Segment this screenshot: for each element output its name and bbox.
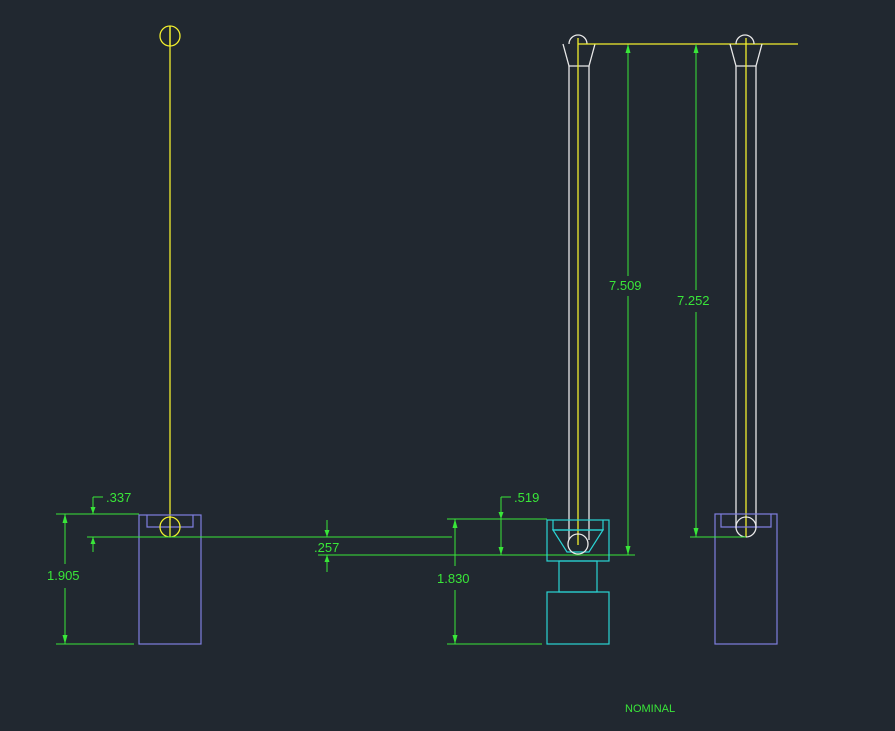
cad-drawing: 1.905 .337 .257 1.830 .519 7.509 7.252 N…	[47, 25, 798, 715]
nominal-note: NOMINAL	[625, 703, 675, 715]
middle-neck	[558, 560, 598, 593]
left-height-dimension: 1.905	[47, 568, 80, 583]
left-top-offset-dimension: .337	[106, 490, 131, 505]
middle-height-dimension: 1.830	[437, 571, 470, 586]
middle-length-dimension: 7.509	[609, 278, 642, 293]
middle-dimensions: 1.830 .519 7.509	[437, 43, 642, 645]
middle-lower-block	[546, 591, 610, 645]
middle-top-offset-dimension: .519	[514, 490, 539, 505]
left-assembly	[138, 25, 202, 645]
center-dimensions: .257	[314, 520, 635, 572]
middle-top-clevis	[562, 43, 596, 67]
left-dimensions: 1.905 .337	[47, 490, 452, 645]
middle-assembly	[546, 34, 610, 645]
right-assembly	[578, 34, 798, 645]
center-offset-dimension: .257	[314, 540, 339, 555]
right-length-dimension: 7.252	[677, 293, 710, 308]
